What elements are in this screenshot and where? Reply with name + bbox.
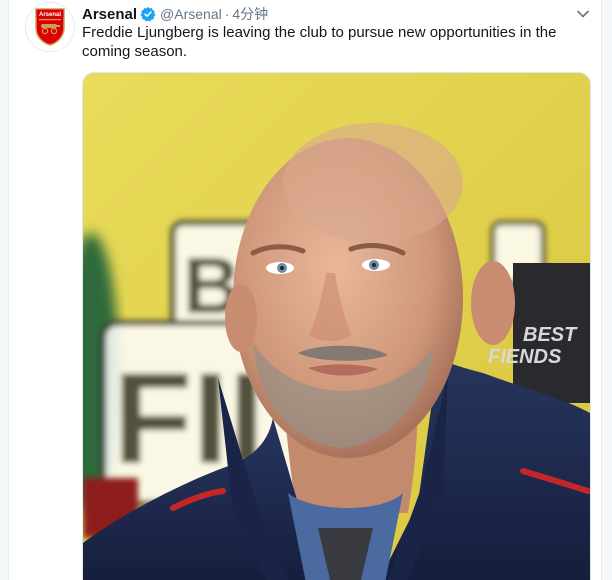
tweet-header: Arsenal @Arsenal · 4分钟 — [82, 4, 268, 24]
handle[interactable]: @Arsenal — [160, 6, 222, 22]
chevron-down-icon[interactable] — [575, 6, 591, 22]
display-name[interactable]: Arsenal — [82, 6, 137, 23]
crest-wordmark: Arsenal — [39, 12, 61, 18]
tweet-card[interactable]: Arsenal Arsenal @Arsenal · 4分钟 Freddie L… — [8, 0, 602, 580]
tweet-photo[interactable]: BE FII BEST FIENDS — [82, 72, 591, 580]
verified-badge-icon — [140, 6, 156, 22]
background-badge-line1: BEST — [523, 324, 578, 346]
timestamp[interactable]: 4分钟 — [232, 4, 268, 24]
background-badge-line2: FIENDS — [488, 346, 562, 368]
arsenal-crest-icon: Arsenal — [35, 8, 65, 46]
tweet-text: Freddie Ljungberg is leaving the club to… — [82, 24, 557, 60]
photo-illustration: BE FII BEST FIENDS — [83, 73, 590, 580]
avatar[interactable]: Arsenal — [25, 2, 75, 52]
page: Arsenal Arsenal @Arsenal · 4分钟 Freddie L… — [0, 0, 612, 580]
separator: · — [224, 6, 230, 22]
